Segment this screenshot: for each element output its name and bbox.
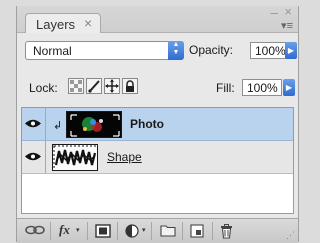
fill-stepper-icon[interactable]: ▶ bbox=[283, 79, 295, 96]
panel-menu-icon[interactable]: ▾≡ bbox=[281, 19, 293, 32]
tab-close-icon[interactable]: × bbox=[84, 15, 92, 31]
eye-icon bbox=[25, 119, 41, 128]
toolbar-divider bbox=[212, 222, 213, 240]
opacity-value: 100% bbox=[255, 44, 286, 58]
fill-value: 100% bbox=[247, 81, 278, 95]
panel-tab-strip: Layers × ‒ × ▾≡ bbox=[17, 4, 298, 33]
layer-name[interactable]: Photo bbox=[130, 117, 164, 131]
link-layers-icon[interactable] bbox=[25, 224, 45, 238]
lock-position-icon[interactable] bbox=[104, 78, 120, 94]
adjustment-layer-icon[interactable] bbox=[125, 224, 141, 238]
new-group-icon[interactable] bbox=[160, 224, 176, 238]
toolbar-divider bbox=[50, 222, 51, 240]
blend-mode-select[interactable]: Normal ▲ ▼ bbox=[25, 41, 184, 60]
eye-icon bbox=[25, 152, 41, 161]
lock-paint-icon[interactable] bbox=[86, 78, 102, 94]
toolbar-divider bbox=[87, 222, 88, 240]
resize-grip-icon[interactable]: ⋰ bbox=[286, 230, 295, 241]
lock-label: Lock: bbox=[29, 81, 58, 95]
opacity-field[interactable]: 100% bbox=[250, 42, 286, 59]
trash-icon[interactable] bbox=[220, 224, 233, 239]
fx-dropdown-icon[interactable]: ▾ bbox=[76, 226, 80, 240]
toolbar-divider bbox=[151, 222, 152, 240]
add-mask-icon[interactable] bbox=[95, 224, 111, 238]
layers-panel: Layers × ‒ × ▾≡ Normal ▲ ▼ Opacity: 100% … bbox=[16, 4, 299, 243]
clipping-arrow-icon: ↲ bbox=[53, 120, 63, 132]
bottom-toolbar: fx ▾ ▾ ⋰ bbox=[17, 218, 298, 243]
new-layer-icon[interactable] bbox=[190, 224, 204, 238]
toolbar-divider bbox=[182, 222, 183, 240]
lock-transparent-icon[interactable] bbox=[68, 78, 84, 94]
layers-list: ↲ Photo Shape bbox=[21, 107, 294, 214]
select-arrows-icon: ▲ ▼ bbox=[168, 41, 184, 60]
clip-cell: ↲ bbox=[46, 108, 66, 140]
layer-name[interactable]: Shape bbox=[107, 150, 142, 164]
photo-thumbnail[interactable] bbox=[66, 111, 122, 138]
fill-label: Fill: bbox=[216, 81, 235, 95]
fx-icon[interactable]: fx bbox=[59, 222, 70, 237]
opacity-label: Opacity: bbox=[189, 43, 234, 57]
layer-row[interactable]: ↲ Photo bbox=[22, 108, 293, 141]
layers-tab-label: Layers bbox=[36, 17, 76, 32]
close-icon[interactable]: × bbox=[284, 4, 292, 19]
blend-mode-value: Normal bbox=[33, 44, 72, 58]
collapse-icon[interactable]: ‒ bbox=[270, 4, 278, 20]
shape-thumbnail[interactable] bbox=[52, 144, 98, 171]
opacity-stepper-icon[interactable]: ▶ bbox=[285, 42, 297, 59]
layers-tab[interactable]: Layers × bbox=[25, 13, 101, 33]
visibility-toggle[interactable] bbox=[22, 108, 46, 140]
fill-field[interactable]: 100% bbox=[242, 79, 282, 96]
layer-row[interactable]: Shape bbox=[22, 141, 293, 174]
adjustment-dropdown-icon[interactable]: ▾ bbox=[142, 226, 146, 240]
toolbar-divider bbox=[117, 222, 118, 240]
lock-all-icon[interactable] bbox=[122, 78, 138, 94]
visibility-toggle[interactable] bbox=[22, 141, 46, 173]
